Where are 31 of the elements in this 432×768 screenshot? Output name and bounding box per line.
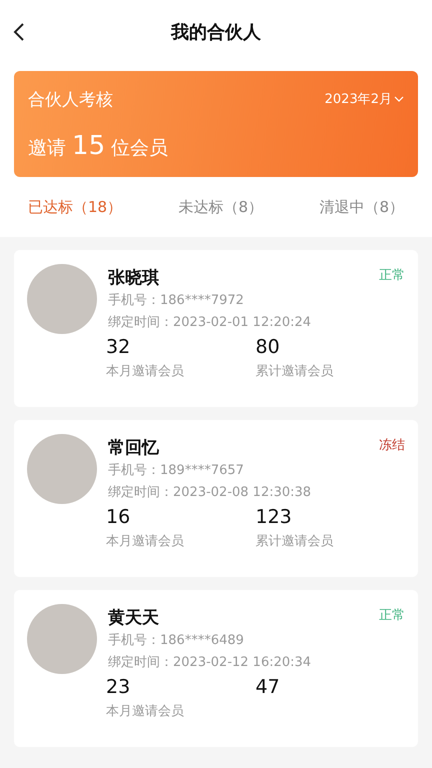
- stat-value: 80: [256, 336, 281, 358]
- partner-name: 黄天天: [108, 607, 159, 629]
- filter-tab[interactable]: 清退中（8）: [319, 198, 404, 216]
- month-selector[interactable]: 2023年2月: [324, 90, 404, 108]
- stat-label: 本月邀请会员: [106, 533, 185, 550]
- stat-value: 16: [106, 506, 132, 528]
- bind-time: 绑定时间：2023-02-01 12:20:24: [108, 314, 312, 332]
- stat-value: 32: [106, 336, 132, 358]
- phone-number: 手机号：189****7657: [108, 462, 245, 480]
- stat-value: 23: [106, 676, 132, 698]
- filter-tab[interactable]: 已达标（18）: [28, 198, 122, 216]
- bind-time: 绑定时间：2023-02-08 12:30:38: [108, 484, 312, 502]
- stat-value: 123: [256, 506, 293, 528]
- partner-name: 张晓琪: [108, 267, 159, 289]
- bind-time: 绑定时间：2023-02-12 16:20:34: [108, 654, 312, 672]
- status-label: 正常: [379, 607, 405, 625]
- filter-tab[interactable]: 未达标（8）: [178, 198, 264, 216]
- banner-title: 合伙人考核: [28, 88, 113, 110]
- stat-label: 累计邀请会员: [256, 533, 334, 550]
- status-label: 正常: [379, 267, 405, 285]
- stat-label: 本月邀请会员: [106, 363, 185, 380]
- invite-summary: 邀请 15 位会员: [28, 130, 168, 160]
- stat-label: 累计邀请会员: [256, 363, 334, 380]
- page-title: 我的合伙人: [171, 21, 261, 44]
- phone-number: 手机号：186****6489: [108, 632, 245, 650]
- partner-name: 常回忆: [108, 437, 159, 459]
- phone-number: 手机号：186****7972: [108, 292, 245, 310]
- chevron-down-icon: [394, 96, 404, 102]
- status-label: 冻结: [379, 437, 405, 455]
- stat-label: 本月邀请会员: [106, 703, 185, 720]
- stat-value: 47: [256, 676, 281, 698]
